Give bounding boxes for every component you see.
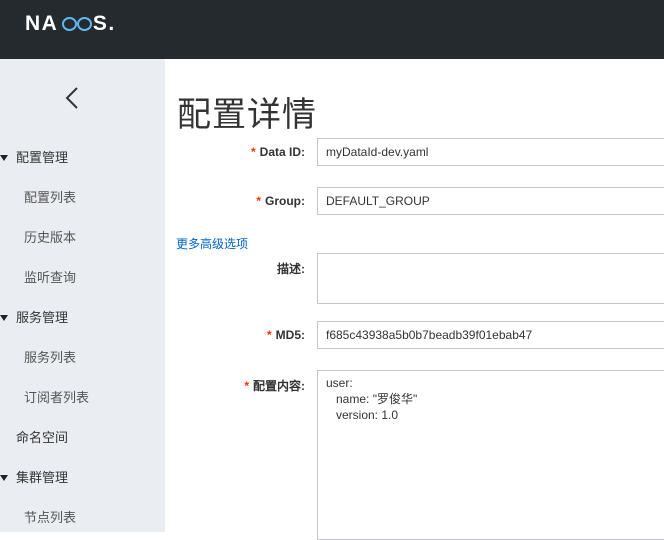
sidebar-item-history[interactable]: 历史版本 <box>24 218 76 258</box>
required-mark: * <box>256 194 261 208</box>
nav-group-service[interactable]: 服务管理 <box>0 298 165 338</box>
md5-label: * MD5: <box>266 328 305 342</box>
group-field[interactable]: DEFAULT_GROUP <box>317 187 664 215</box>
caret-down-icon <box>0 315 8 321</box>
data-id-field[interactable]: myDataId-dev.yaml <box>317 138 664 166</box>
required-mark: * <box>266 328 272 342</box>
sidebar: 配置管理 配置列表 历史版本 监听查询 服务管理 服务列表 订阅者列表 命名空间… <box>0 59 165 532</box>
logo-ring-left <box>62 17 77 31</box>
caret-down-icon <box>0 475 8 481</box>
md5-field[interactable]: f685c43938a5b0b7beadb39f01ebab47 <box>317 321 664 349</box>
page-title: 配置详情 <box>177 96 317 134</box>
chevron-left-icon[interactable] <box>61 85 85 111</box>
caret-down-icon <box>0 155 8 161</box>
sidebar-item-listener-query[interactable]: 监听查询 <box>24 258 76 298</box>
advanced-options-link[interactable]: 更多高级选项 <box>176 235 248 252</box>
required-mark: * <box>244 379 249 393</box>
data-id-label: * Data ID: <box>250 145 305 159</box>
nav-group-cluster[interactable]: 集群管理 <box>0 458 165 498</box>
sidebar-item-service-list[interactable]: 服务列表 <box>24 338 76 378</box>
description-label: 描述: <box>277 262 305 276</box>
logo-ring-right <box>77 17 92 31</box>
group-label: * Group: <box>256 194 305 208</box>
sidebar-item-config-list[interactable]: 配置列表 <box>24 178 76 218</box>
sidebar-item-subscriber-list[interactable]: 订阅者列表 <box>24 378 89 418</box>
top-header: NACOS. <box>0 0 664 59</box>
content-label: * 配置内容: <box>244 379 305 393</box>
nav-group-config[interactable]: 配置管理 <box>0 138 165 178</box>
sidebar-item-node-list[interactable]: 节点列表 <box>24 498 76 538</box>
config-content-editor[interactable]: user: name: "罗俊华" version: 1.0 <box>317 370 664 540</box>
required-mark: * <box>250 145 256 159</box>
description-field[interactable] <box>317 253 664 304</box>
sidebar-item-namespace[interactable]: 命名空间 <box>16 418 68 458</box>
main-content: 配置详情 * Data ID: myDataId-dev.yaml * Group:… <box>165 59 664 540</box>
